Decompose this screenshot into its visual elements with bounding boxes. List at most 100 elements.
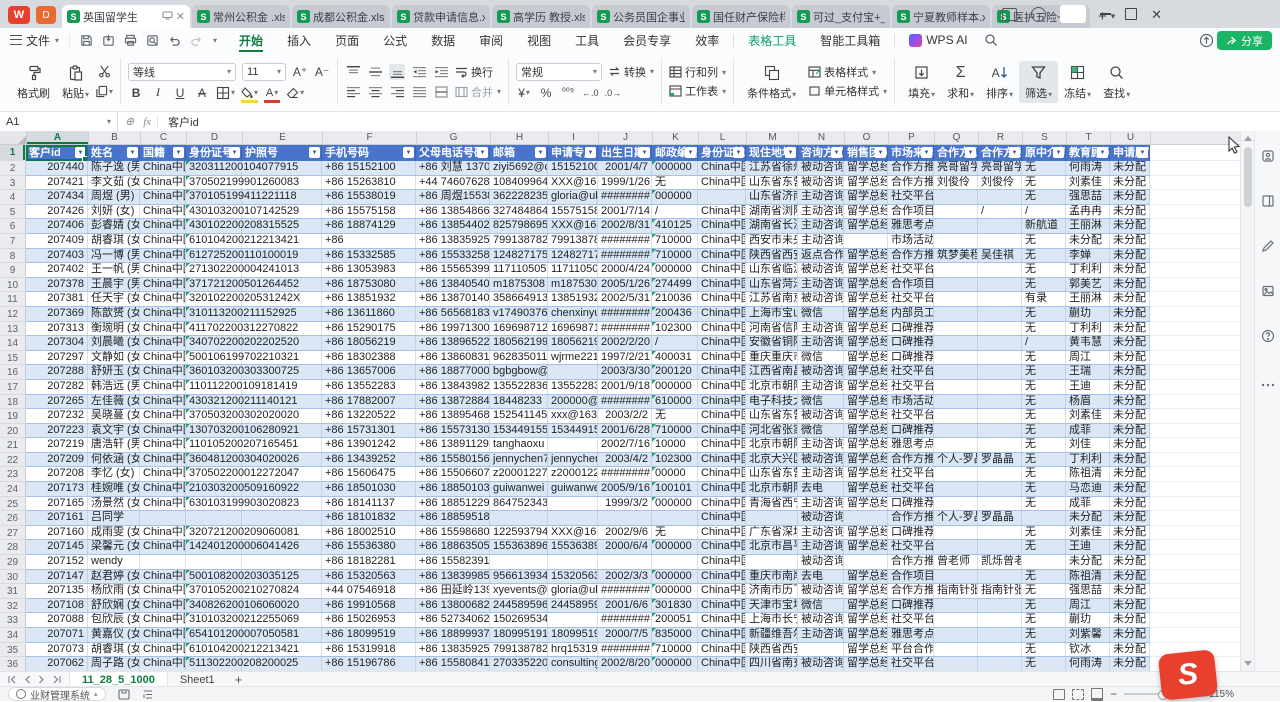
data-cell[interactable]: 王迪 [1066,540,1110,554]
data-cell[interactable]: wendy [88,555,140,569]
row-number-14[interactable]: 14 [0,336,26,351]
menu-item-插入[interactable]: 插入 [275,28,323,52]
data-cell[interactable]: China中国 [140,263,186,277]
scroll-down-icon[interactable] [1244,661,1252,666]
row-number-18[interactable]: 18 [0,395,26,410]
row-number-20[interactable]: 20 [0,424,26,439]
data-cell[interactable]: 留学总经办 [844,395,888,409]
data-cell[interactable]: 未分配 [1110,613,1150,627]
data-cell[interactable]: 丁利利 [1066,453,1110,467]
data-cell[interactable]: China中国 [140,249,186,263]
bold-button[interactable]: B [128,85,144,101]
data-cell[interactable]: 207165 [26,497,88,511]
data-cell[interactable]: ######## [598,249,652,263]
data-cell[interactable] [934,409,978,423]
italic-button[interactable]: I [150,85,166,101]
data-cell[interactable]: 未分配 [1110,336,1150,350]
column-header-M[interactable]: M [747,131,799,145]
data-cell[interactable]: / [652,205,698,219]
header-cell-手机号码[interactable]: 手机号码▼ [322,145,416,161]
data-cell[interactable]: 207440 [26,161,88,175]
data-cell[interactable]: +86 13891129694 [416,438,490,452]
data-cell[interactable]: China中国 [140,526,186,540]
data-cell[interactable]: 000000 [652,190,698,204]
increase-decimal-button[interactable]: ←.0 [582,85,599,101]
row-number-25[interactable]: 25 [0,497,26,512]
data-cell[interactable]: 被动咨询 [798,613,844,627]
wps-ai-button[interactable]: WPS AI [897,28,979,52]
sum-button[interactable]: Σ 求和▾ [941,61,980,103]
data-cell[interactable]: +86 15152100 [322,161,416,175]
data-cell[interactable] [978,307,1022,321]
wps-promo-logo[interactable]: S [1158,649,1219,701]
edit-icon[interactable] [1261,239,1275,258]
data-cell[interactable] [934,190,978,204]
table-style-button[interactable]: 表格样式▾ [808,64,887,80]
vertical-scrollbar[interactable] [1240,131,1254,671]
data-cell[interactable]: 未分配 [1066,234,1110,248]
minimize-button[interactable] [1100,13,1111,15]
data-cell[interactable]: 无 [1022,190,1066,204]
data-cell[interactable] [978,482,1022,496]
row-number-31[interactable]: 31 [0,584,26,599]
data-cell[interactable]: 155363896 [490,540,548,554]
data-cell[interactable]: wjrme221@ [548,351,598,365]
data-cell[interactable]: 何依涵 (女 [88,453,140,467]
data-cell[interactable]: 2002/9/6 [598,526,652,540]
data-cell[interactable]: China中国 [698,365,746,379]
data-cell[interactable]: 陈歆赟 (女 [88,307,140,321]
data-cell[interactable] [978,599,1022,613]
worksheet-button[interactable]: 工作表▾ [669,83,726,99]
data-cell[interactable]: 社交平台, [888,467,934,481]
data-cell[interactable]: +86 13053983 [322,263,416,277]
data-cell[interactable]: 罗晶晶 [978,511,1022,525]
data-cell[interactable]: 320311200104077915 [186,161,242,175]
data-cell[interactable]: 244589596 [548,599,598,613]
data-cell[interactable]: 612725200110100019 [186,249,242,263]
data-cell[interactable]: 无 [1022,409,1066,423]
data-cell[interactable]: 陈祖清 [1066,570,1110,584]
align-left-icon[interactable] [345,84,361,100]
data-cell[interactable]: 王一帆 (男 [88,263,140,277]
data-cell[interactable]: 江苏省徐州 [746,161,798,175]
row-number-4[interactable]: 4 [0,190,26,205]
data-cell[interactable]: 无 [1022,365,1066,379]
data-cell[interactable]: +86 15565399710 [416,263,490,277]
row-number-35[interactable]: 35 [0,643,26,658]
data-cell[interactable]: jennychen7 [548,453,598,467]
data-cell[interactable]: 河北省张家 [746,424,798,438]
data-cell[interactable]: +86 18101832 [322,511,416,525]
data-cell[interactable]: 未分配 [1110,482,1150,496]
data-cell[interactable] [844,511,888,525]
data-cell[interactable]: 微信 [798,599,844,613]
data-cell[interactable] [978,643,1022,657]
data-cell[interactable]: / [1022,205,1066,219]
font-size-select[interactable]: 11▾ [242,63,286,81]
data-cell[interactable]: 社交平台, [888,263,934,277]
data-cell[interactable]: 000000 [652,657,698,671]
decrease-font-icon[interactable]: A⁻ [314,64,330,80]
data-cell[interactable]: 未分配 [1110,657,1150,671]
data-cell[interactable] [598,511,652,525]
data-cell[interactable]: 左佳薇 (女 [88,395,140,409]
data-cell[interactable] [978,628,1022,642]
data-cell[interactable]: +86 18850103098 [416,482,490,496]
row-number-5[interactable]: 5 [0,205,26,220]
data-cell[interactable]: 刘妍 (女) [88,205,140,219]
data-cell[interactable]: 留学总经办 [844,249,888,263]
data-cell[interactable]: China中国 [698,570,746,584]
data-cell[interactable]: 四川省南充 [746,657,798,671]
data-cell[interactable]: 153205639 [548,570,598,584]
data-cell[interactable]: 被动咨询 [798,365,844,379]
data-cell[interactable]: 口碑推荐, [888,322,934,336]
data-cell[interactable] [548,497,598,511]
font-name-select[interactable]: 等线▾ [128,63,236,81]
data-cell[interactable]: 周子路 (女 [88,657,140,671]
data-cell[interactable]: gloria@uk [548,190,598,204]
data-cell[interactable]: 留学总经办 [844,424,888,438]
data-cell[interactable] [548,511,598,525]
data-cell[interactable]: 江西省南昌 [746,365,798,379]
header-cell-申请顾问[interactable]: 申请顾问▼ [1110,145,1150,161]
data-cell[interactable]: 未分配 [1110,453,1150,467]
data-cell[interactable]: +86 15575158 [322,205,416,219]
